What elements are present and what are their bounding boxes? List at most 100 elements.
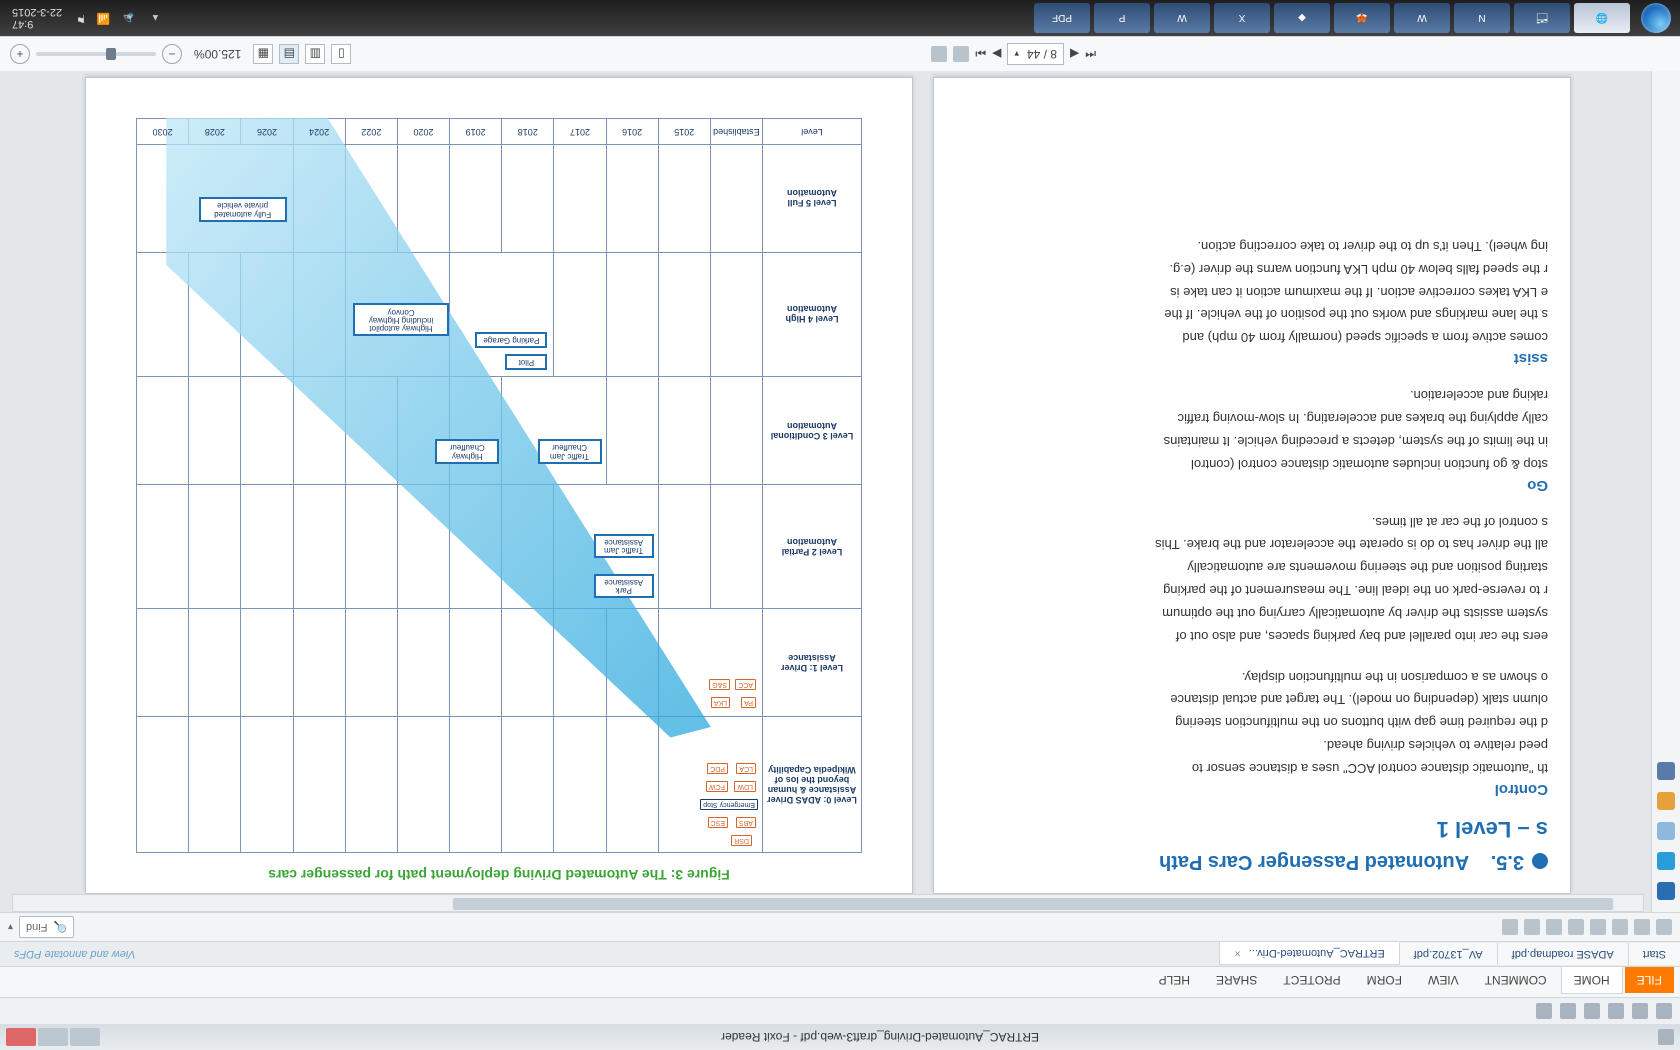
doc-tab-start[interactable]: Start — [1628, 943, 1680, 965]
doc-tab-ertrac[interactable]: ERTRAC_Automated-Driv...× — [1219, 943, 1398, 966]
continuous-page-icon[interactable]: ▥ — [305, 44, 325, 64]
page-canvas[interactable]: 3.5. Automated Passenger Cars Path s – L… — [12, 79, 1644, 894]
windows-taskbar: 🌐 🗂 N W 🦊 ◆ X W P PDF ▴ 🔈 📶 ⚑ 9:47 22-3-… — [0, 0, 1680, 36]
row-level3: Level 3 Conditional Automation — [763, 377, 862, 485]
zoom-in-icon[interactable]: + — [10, 44, 30, 64]
document-tabs: Start ADASE roadmap.pdf AV_13702.pdf ERT… — [0, 941, 1680, 966]
chevron-down-icon[interactable]: ▾ — [8, 922, 13, 933]
page-first-icon[interactable]: ⏮ — [1085, 47, 1096, 62]
pdf-page-left: 3.5. Automated Passenger Cars Path s – L… — [933, 77, 1571, 894]
continuous-facing-icon[interactable]: ▦ — [253, 44, 273, 64]
page-next-icon[interactable]: ▶ — [992, 47, 1001, 61]
foxit-reader-window: ERTRAC_Automated-Driving_draft3-web.pdf … — [0, 36, 1680, 1050]
find-strip: 🔍 Find ▾ — [0, 912, 1680, 941]
figure-caption: Figure 3: The Automated Driving deployme… — [86, 867, 912, 883]
ribbon-tab-home[interactable]: HOME — [1561, 967, 1623, 994]
doc-tab-av13702[interactable]: AV_13702.pdf — [1399, 943, 1497, 965]
windows-orb-icon — [1641, 3, 1671, 33]
app-icon — [1658, 1029, 1674, 1045]
system-tray: ▴ 🔈 📶 ⚑ 9:47 22-3-2015 — [0, 6, 158, 30]
window-maximize[interactable] — [38, 1028, 68, 1046]
task-app-2[interactable]: 🗂 — [1514, 3, 1570, 33]
qat-redo-icon[interactable] — [1536, 1003, 1552, 1019]
pages-panel-icon[interactable] — [1657, 852, 1675, 870]
row-level1: Level 1: Driver Assistance — [763, 609, 862, 717]
highlight-icon[interactable] — [1568, 919, 1584, 935]
attachments-icon[interactable] — [1657, 822, 1675, 840]
page-number-box[interactable]: 8 / 44▾ — [1007, 43, 1064, 65]
window-close[interactable] — [6, 1028, 36, 1046]
task-app-7[interactable]: X — [1214, 3, 1270, 33]
qat-save-icon[interactable] — [1632, 1003, 1648, 1019]
row-level2: Level 2 Partial Automation — [763, 484, 862, 609]
ribbon-tabs: FILE HOME COMMENT VIEW FORM PROTECT SHAR… — [0, 966, 1680, 997]
snapshot-tool-icon[interactable] — [1612, 919, 1628, 935]
ribbon-tab-help[interactable]: HELP — [1147, 967, 1202, 993]
window-title: ERTRAC_Automated-Driving_draft3-web.pdf … — [721, 1030, 1039, 1044]
single-page-view-icon[interactable]: ▯ — [331, 44, 351, 64]
chart-grid: Level 0: ADAS Driver Assistance & human … — [136, 118, 862, 853]
rotate-right-icon[interactable] — [1524, 919, 1540, 935]
document-viewport: 3.5. Automated Passenger Cars Path s – L… — [0, 71, 1680, 912]
search-icon: 🔍 — [53, 921, 67, 934]
side-panel-strip — [1651, 71, 1680, 912]
qat-open-icon[interactable] — [1656, 1003, 1672, 1019]
task-app-3[interactable]: N — [1454, 3, 1510, 33]
zoom-out-icon[interactable]: − — [162, 44, 182, 64]
continuous-view-icon[interactable] — [953, 46, 969, 62]
zoom-value: 125.00% — [194, 47, 241, 61]
layers-icon[interactable] — [1657, 762, 1675, 780]
find-box[interactable]: 🔍 Find — [19, 916, 74, 938]
task-app-6[interactable]: ◆ — [1274, 3, 1330, 33]
ribbon-tab-view[interactable]: VIEW — [1416, 967, 1471, 993]
qat-undo-icon[interactable] — [1560, 1003, 1576, 1019]
task-app-8[interactable]: W — [1154, 3, 1210, 33]
deployment-chart: Level 0: ADAS Driver Assistance & human … — [136, 118, 862, 853]
ribbon-tab-comment[interactable]: COMMENT — [1473, 967, 1559, 993]
start-button[interactable] — [1632, 0, 1680, 36]
task-app-foxit[interactable]: PDF — [1034, 3, 1090, 33]
task-app-4[interactable]: W — [1394, 3, 1450, 33]
tray-action-icon[interactable]: ⚑ — [72, 11, 86, 25]
row-level0: Level 0: ADAS Driver Assistance & human … — [763, 717, 862, 853]
ribbon-tab-protect[interactable]: PROTECT — [1271, 967, 1352, 993]
select-tool-icon[interactable] — [1634, 919, 1650, 935]
bookmarks-icon[interactable] — [1657, 882, 1675, 900]
facing-view-icon[interactable]: ▤ — [279, 44, 299, 64]
tagline-text: View and annotate PDFs — [0, 948, 135, 960]
find-placeholder: Find — [26, 921, 47, 933]
tray-chevron-icon[interactable]: ▴ — [144, 11, 158, 25]
horizontal-scrollbar[interactable] — [12, 894, 1644, 912]
ribbon-tab-form[interactable]: FORM — [1355, 967, 1414, 993]
tray-network-icon[interactable]: 📶 — [96, 11, 110, 25]
qat-print-icon[interactable] — [1608, 1003, 1624, 1019]
signatures-icon[interactable] — [1657, 792, 1675, 810]
qat-email-icon[interactable] — [1584, 1003, 1600, 1019]
ribbon-tab-share[interactable]: SHARE — [1204, 967, 1269, 993]
quick-access-toolbar — [0, 997, 1680, 1024]
row-level5: Level 5 Full Automation — [763, 145, 862, 253]
window-minimize[interactable] — [70, 1028, 100, 1046]
task-app-9[interactable]: P — [1094, 3, 1150, 33]
pdf-page-right: Figure 3: The Automated Driving deployme… — [85, 77, 913, 894]
window-titlebar: ERTRAC_Automated-Driving_draft3-web.pdf … — [0, 1024, 1680, 1050]
task-app-1[interactable]: 🌐 — [1574, 3, 1630, 33]
taskbar-clock[interactable]: 9:47 22-3-2015 — [12, 6, 62, 30]
zoom-thumb[interactable] — [106, 48, 116, 60]
zoom-slider[interactable] — [36, 52, 156, 56]
page-prev-icon[interactable]: ◀ — [1070, 47, 1079, 61]
heading-bullet-icon — [1532, 854, 1548, 870]
ribbon-tab-file[interactable]: FILE — [1625, 967, 1674, 993]
row-level4: Level 4 High Automation — [763, 252, 862, 377]
fullscreen-icon[interactable] — [931, 46, 947, 62]
stamp-icon[interactable] — [1502, 919, 1518, 935]
typewriter-icon[interactable] — [1590, 919, 1606, 935]
hand-tool-icon[interactable] — [1656, 919, 1672, 935]
scroll-thumb[interactable] — [453, 898, 1613, 910]
tray-volume-icon[interactable]: 🔈 — [120, 11, 134, 25]
page-last-icon[interactable]: ⏭ — [975, 47, 986, 62]
close-tab-icon[interactable]: × — [1234, 948, 1240, 960]
rotate-left-icon[interactable] — [1546, 919, 1562, 935]
task-app-5[interactable]: 🦊 — [1334, 3, 1390, 33]
doc-tab-adase[interactable]: ADASE roadmap.pdf — [1497, 943, 1628, 965]
